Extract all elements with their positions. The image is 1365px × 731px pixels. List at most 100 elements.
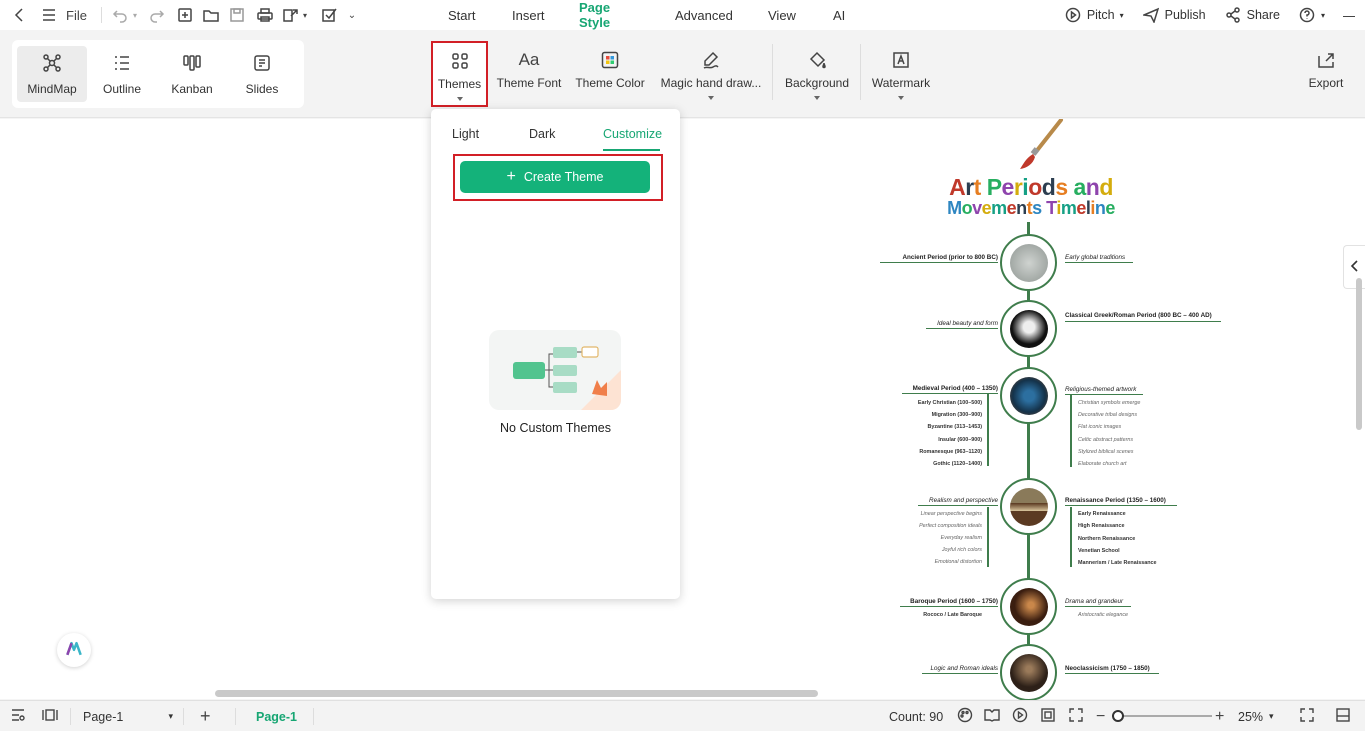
tab-dark[interactable]: Dark	[529, 127, 555, 141]
back-icon[interactable]	[10, 6, 30, 24]
page-tab-active[interactable]: Page-1	[256, 701, 297, 731]
collapse-panel-button[interactable]	[1335, 701, 1351, 731]
node-medieval-right[interactable]: Religious-themed artwork	[1065, 386, 1143, 395]
redo-icon[interactable]	[144, 6, 170, 24]
renaissance-right-sub[interactable]: Venetian School	[1078, 548, 1120, 554]
checkbox-edit-icon[interactable]	[316, 6, 342, 24]
zoom-level[interactable]: 25% ▾	[1238, 701, 1274, 731]
medieval-left-sub[interactable]: Byzantine (313–1453)	[927, 424, 982, 430]
medieval-right-sub[interactable]: Christian symbols emerge	[1078, 400, 1140, 406]
renaissance-left-sub[interactable]: Joyful rich colors	[942, 547, 982, 553]
export-share-icon[interactable]	[280, 6, 300, 24]
page-select[interactable]: Page-1 ▾	[83, 701, 173, 731]
medieval-left-sub[interactable]: Insular (600–900)	[938, 437, 982, 443]
node-classical-left[interactable]: Ideal beauty and form	[926, 320, 998, 329]
view-kanban[interactable]: Kanban	[157, 46, 227, 102]
export-dropdown-icon[interactable]: ▾	[300, 0, 310, 30]
save-icon[interactable]	[224, 6, 250, 24]
pitch-button[interactable]: Pitch ▾	[1064, 6, 1124, 24]
zoom-slider-track[interactable]	[1112, 715, 1212, 717]
node-neoclassicism-right[interactable]: Neoclassicism (1750 – 1850)	[1065, 665, 1159, 674]
tab-ai[interactable]: AI	[833, 0, 845, 30]
undo-icon[interactable]	[110, 6, 130, 24]
tab-advanced[interactable]: Advanced	[675, 0, 733, 30]
medieval-right-sub[interactable]: Celtic abstract patterns	[1078, 437, 1133, 443]
renaissance-left-sub[interactable]: Linear perspective begins	[921, 511, 982, 517]
more-chevron-icon[interactable]: ⌄	[342, 0, 362, 30]
renaissance-right-sub[interactable]: Early Renaissance	[1078, 511, 1126, 517]
node-baroque[interactable]	[1000, 578, 1057, 635]
theme-palette-button[interactable]	[957, 701, 973, 731]
undo-dropdown-icon[interactable]: ▾	[130, 0, 140, 30]
tab-insert[interactable]: Insert	[512, 0, 545, 30]
medieval-right-sub[interactable]: Stylized biblical scenes	[1078, 449, 1133, 455]
renaissance-left-sub[interactable]: Perfect composition ideals	[919, 523, 982, 529]
minimize-button[interactable]	[1343, 15, 1355, 17]
share-button[interactable]: Share	[1224, 6, 1280, 24]
file-menu[interactable]: File	[66, 0, 87, 30]
renaissance-left-sub[interactable]: Everyday realism	[941, 535, 982, 541]
medieval-left-sub[interactable]: Romanesque (963–1120)	[919, 449, 982, 455]
baroque-right-sub[interactable]: Aristocratic elegance	[1078, 612, 1128, 618]
zoom-slider-handle[interactable]	[1112, 710, 1124, 722]
node-baroque-left[interactable]: Baroque Period (1600 – 1750)	[900, 598, 998, 607]
view-mindmap[interactable]: MindMap	[17, 46, 87, 102]
node-neoclassicism-left[interactable]: Logic and Roman ideals	[922, 665, 998, 674]
node-neoclassicism[interactable]	[1000, 644, 1057, 701]
book-view-button[interactable]	[984, 701, 1000, 731]
node-ancient-left[interactable]: Ancient Period (prior to 800 BC)	[880, 254, 998, 263]
present-button[interactable]	[1012, 701, 1028, 731]
zoom-in-button[interactable]: +	[1215, 701, 1224, 731]
tab-page-style[interactable]: Page Style	[579, 0, 610, 30]
tab-view[interactable]: View	[768, 0, 796, 30]
page-panel-toggle[interactable]	[42, 701, 58, 731]
medieval-right-sub[interactable]: Flat iconic images	[1078, 424, 1121, 430]
horizontal-scrollbar[interactable]	[215, 690, 818, 697]
help-button[interactable]: ▾	[1298, 6, 1325, 24]
node-ancient[interactable]	[1000, 234, 1057, 291]
tab-start[interactable]: Start	[448, 0, 475, 30]
node-ancient-right[interactable]: Early global traditions	[1065, 254, 1133, 263]
magic-hand-drawn-button[interactable]: Magic hand draw...	[660, 42, 762, 108]
hamburger-menu-icon[interactable]	[36, 6, 62, 24]
node-renaissance-left[interactable]: Realism and perspective	[918, 497, 998, 506]
themes-button[interactable]: Themes	[431, 41, 488, 107]
open-folder-icon[interactable]	[198, 6, 224, 24]
renaissance-right-sub[interactable]: Northern Renaissance	[1078, 536, 1135, 542]
node-renaissance-right[interactable]: Renaissance Period (1350 – 1600)	[1065, 497, 1177, 506]
node-baroque-right[interactable]: Drama and grandeur	[1065, 598, 1131, 607]
outline-panel-toggle[interactable]	[10, 701, 26, 731]
fit-screen-button[interactable]	[1068, 701, 1084, 731]
node-medieval[interactable]	[1000, 367, 1057, 424]
view-slides[interactable]: Slides	[227, 46, 297, 102]
node-medieval-left[interactable]: Medieval Period (400 – 1350)	[902, 385, 998, 394]
fit-page-button[interactable]	[1040, 701, 1056, 731]
fullscreen-button[interactable]	[1299, 701, 1315, 731]
theme-color-button[interactable]: Theme Color	[575, 42, 645, 108]
new-page-icon[interactable]	[172, 6, 198, 24]
medieval-left-sub[interactable]: Migration (300–900)	[932, 412, 982, 418]
vertical-scrollbar[interactable]	[1356, 278, 1362, 430]
app-logo-button[interactable]	[57, 633, 91, 667]
mindmap-diagram[interactable]: Art Periods and Movements Timeline Ancie…	[880, 118, 1225, 702]
medieval-left-sub[interactable]: Gothic (1120–1400)	[933, 461, 982, 467]
export-button[interactable]: Export	[1305, 42, 1347, 108]
tab-light[interactable]: Light	[452, 127, 479, 141]
mindmap-title[interactable]: Art Periods and Movements Timeline	[941, 175, 1121, 218]
node-renaissance[interactable]	[1000, 478, 1057, 535]
baroque-left-sub[interactable]: Rococo / Late Baroque	[923, 612, 982, 618]
tab-customize[interactable]: Customize	[603, 127, 662, 141]
medieval-left-sub[interactable]: Early Christian (100–500)	[918, 400, 982, 406]
medieval-right-sub[interactable]: Elaborate church art	[1078, 461, 1127, 467]
background-button[interactable]: Background	[784, 42, 850, 108]
view-outline[interactable]: Outline	[87, 46, 157, 102]
node-classical[interactable]	[1000, 300, 1057, 357]
add-page-button[interactable]: +	[200, 701, 211, 731]
theme-font-button[interactable]: Aa Theme Font	[497, 42, 562, 108]
renaissance-left-sub[interactable]: Emotional distortion	[935, 559, 982, 565]
publish-button[interactable]: Publish	[1142, 6, 1206, 24]
renaissance-right-sub[interactable]: Mannerism / Late Renaissance	[1078, 560, 1157, 566]
medieval-right-sub[interactable]: Decorative tribal designs	[1078, 412, 1137, 418]
renaissance-right-sub[interactable]: High Renaissance	[1078, 523, 1124, 529]
node-classical-right[interactable]: Classical Greek/Roman Period (800 BC – 4…	[1065, 312, 1221, 323]
